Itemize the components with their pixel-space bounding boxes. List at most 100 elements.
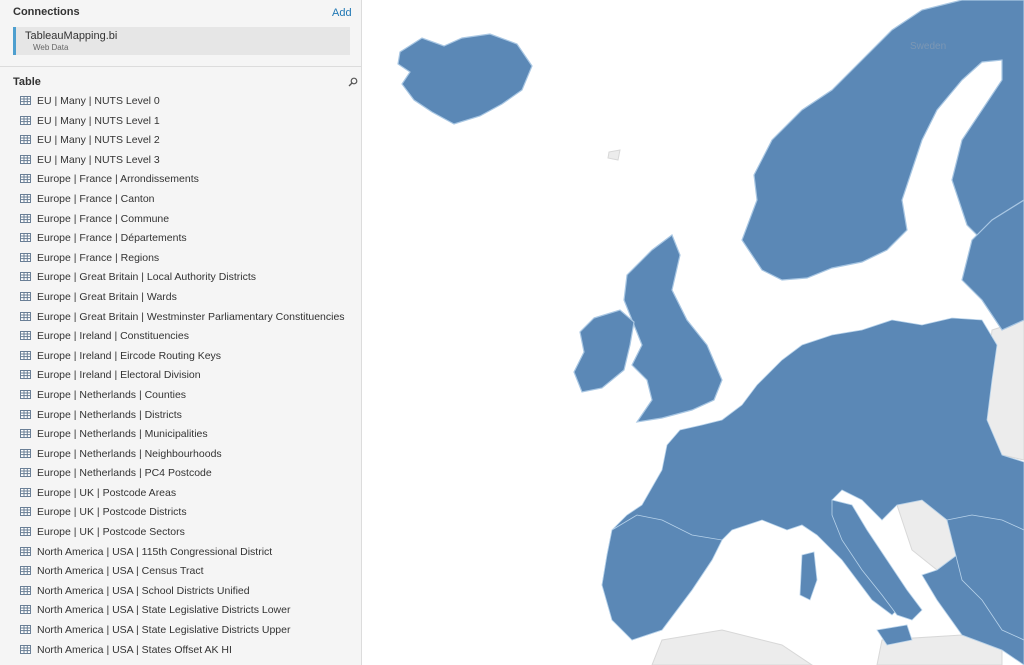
- table-item-label: Europe | UK | Postcode Sectors: [37, 526, 185, 539]
- great-britain-region: [623, 234, 723, 423]
- table-list-item[interactable]: North America | USA | Census Tract: [0, 561, 361, 581]
- table-list-item[interactable]: Europe | France | Commune: [0, 209, 361, 229]
- table-list-item[interactable]: North America | USA | 115th Congressiona…: [0, 542, 361, 562]
- table-item-label: Europe | Netherlands | Districts: [37, 408, 182, 421]
- table-item-label: Europe | UK | Postcode Districts: [37, 506, 187, 519]
- table-list-item[interactable]: Europe | Great Britain | Westminster Par…: [0, 307, 361, 327]
- table-item-label: Europe | Ireland | Eircode Routing Keys: [37, 349, 222, 362]
- table-icon: [20, 468, 31, 478]
- table-icon: [20, 507, 31, 517]
- table-item-label: Europe | Great Britain | Westminster Par…: [37, 310, 345, 323]
- table-list-item[interactable]: Europe | Netherlands | PC4 Postcode: [0, 463, 361, 483]
- table-list-item[interactable]: EU | Many | NUTS Level 1: [0, 111, 361, 131]
- table-list-item[interactable]: North America | USA | States Offset AK H…: [0, 640, 361, 660]
- table-item-label: Europe | France | Regions: [37, 251, 160, 264]
- data-source-sidebar: Connections Add TableauMapping.bi Web Da…: [0, 0, 362, 665]
- section-divider: [0, 66, 361, 67]
- table-item-label: EU | Many | NUTS Level 3: [37, 153, 160, 166]
- connection-item[interactable]: TableauMapping.bi Web Data: [13, 27, 350, 55]
- table-icon: [20, 409, 31, 419]
- table-item-label: Europe | France | Commune: [37, 212, 170, 225]
- table-list-item[interactable]: Europe | France | Regions: [0, 248, 361, 268]
- table-icon: [20, 644, 31, 654]
- table-item-label: Europe | Netherlands | Counties: [37, 388, 187, 401]
- sardinia-region: [799, 551, 818, 601]
- table-list: EU | Many | NUTS Level 0 EU | Many | NUTS…: [0, 91, 361, 660]
- table-list-item[interactable]: Europe | France | Arrondissements: [0, 169, 361, 189]
- table-icon: [20, 213, 31, 223]
- table-icon: [20, 566, 31, 576]
- table-icon: [20, 487, 31, 497]
- table-icon: [20, 311, 31, 321]
- table-item-label: Europe | Ireland | Electoral Division: [37, 369, 201, 382]
- table-item-label: North America | USA | States Offset AK H…: [37, 643, 232, 656]
- connection-type: Web Data: [33, 43, 69, 52]
- table-item-label: North America | USA | State Legislative …: [37, 604, 291, 617]
- table-list-item[interactable]: EU | Many | NUTS Level 0: [0, 91, 361, 111]
- table-list-item[interactable]: Europe | UK | Postcode Districts: [0, 502, 361, 522]
- table-item-label: EU | Many | NUTS Level 2: [37, 134, 160, 147]
- table-icon: [20, 174, 31, 184]
- unmapped-region: [651, 629, 813, 665]
- table-item-label: North America | USA | State Legislative …: [37, 624, 291, 637]
- table-list-item[interactable]: Europe | France | Canton: [0, 189, 361, 209]
- table-icon: [20, 115, 31, 125]
- table-icon: [20, 154, 31, 164]
- table-icon: [20, 331, 31, 341]
- table-item-label: Europe | Netherlands | Neighbourhoods: [37, 447, 222, 460]
- connections-heading: Connections: [13, 6, 80, 18]
- table-item-label: North America | USA | Census Tract: [37, 565, 204, 578]
- table-list-item[interactable]: Europe | Netherlands | Districts: [0, 405, 361, 425]
- table-item-label: Europe | Netherlands | Municipalities: [37, 428, 208, 441]
- table-icon: [20, 605, 31, 615]
- table-item-label: Europe | France | Arrondissements: [37, 173, 199, 186]
- table-list-item[interactable]: Europe | Netherlands | Municipalities: [0, 424, 361, 444]
- table-item-label: Europe | France | Canton: [37, 192, 155, 205]
- table-icon: [20, 546, 31, 556]
- table-item-label: EU | Many | NUTS Level 1: [37, 114, 160, 127]
- table-item-label: North America | USA | 115th Congressiona…: [37, 545, 273, 558]
- table-icon: [20, 233, 31, 243]
- table-icon: [20, 193, 31, 203]
- table-item-label: Europe | Netherlands | PC4 Postcode: [37, 467, 212, 480]
- connection-name: TableauMapping.bi: [25, 30, 118, 42]
- table-item-label: Europe | Great Britain | Local Authority…: [37, 271, 257, 284]
- ireland-region: [573, 309, 635, 393]
- table-list-item[interactable]: Europe | UK | Postcode Sectors: [0, 522, 361, 542]
- table-list-item[interactable]: EU | Many | NUTS Level 3: [0, 150, 361, 170]
- table-list-item[interactable]: Europe | Ireland | Constituencies: [0, 326, 361, 346]
- table-list-item[interactable]: North America | USA | State Legislative …: [0, 620, 361, 640]
- table-list-item[interactable]: North America | USA | School Districts U…: [0, 581, 361, 601]
- table-list-item[interactable]: Europe | France | Départements: [0, 228, 361, 248]
- table-item-label: North America | USA | School Districts U…: [37, 584, 250, 597]
- table-item-label: Europe | France | Départements: [37, 232, 187, 245]
- table-list-item[interactable]: Europe | Netherlands | Neighbourhoods: [0, 444, 361, 464]
- unmapped-region: [607, 149, 621, 161]
- table-list-item[interactable]: Europe | Netherlands | Counties: [0, 385, 361, 405]
- table-icon: [20, 429, 31, 439]
- table-icon: [20, 96, 31, 105]
- table-icon: [20, 448, 31, 458]
- add-connection-link[interactable]: Add: [332, 7, 352, 19]
- table-list-item[interactable]: EU | Many | NUTS Level 2: [0, 130, 361, 150]
- table-icon: [20, 252, 31, 262]
- table-icon: [20, 585, 31, 595]
- map-view[interactable]: Sweden: [362, 0, 1024, 665]
- table-list-item[interactable]: Europe | UK | Postcode Areas: [0, 483, 361, 503]
- table-list-item[interactable]: Europe | Ireland | Electoral Division: [0, 365, 361, 385]
- table-icon: [20, 272, 31, 282]
- table-list-item[interactable]: North America | USA | State Legislative …: [0, 600, 361, 620]
- table-list-item[interactable]: Europe | Great Britain | Wards: [0, 287, 361, 307]
- iceland-region: [397, 33, 533, 125]
- table-list-item[interactable]: Europe | Ireland | Eircode Routing Keys: [0, 346, 361, 366]
- table-item-label: EU | Many | NUTS Level 0: [37, 95, 160, 107]
- table-icon: [20, 350, 31, 360]
- search-icon[interactable]: [348, 77, 358, 87]
- map-label-sweden: Sweden: [910, 41, 946, 52]
- table-list-item[interactable]: Europe | Great Britain | Local Authority…: [0, 267, 361, 287]
- table-item-label: Europe | Great Britain | Wards: [37, 290, 177, 303]
- table-icon: [20, 135, 31, 145]
- table-icon: [20, 625, 31, 635]
- table-icon: [20, 389, 31, 399]
- table-icon: [20, 291, 31, 301]
